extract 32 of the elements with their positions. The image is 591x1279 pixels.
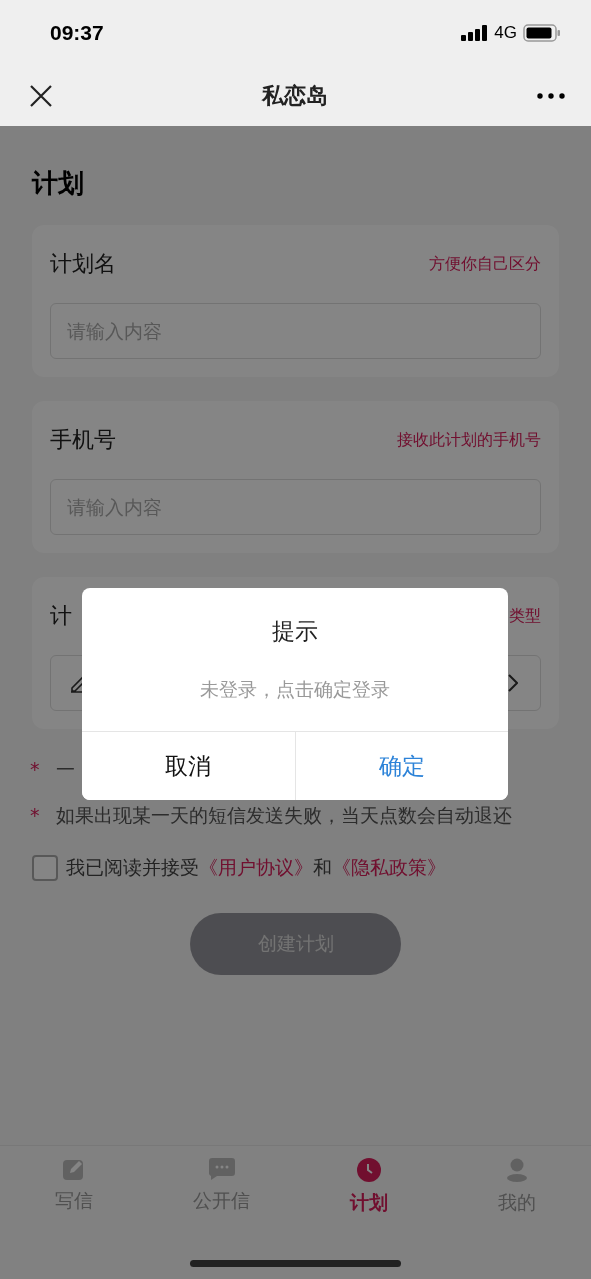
close-icon[interactable] (29, 83, 53, 108)
more-icon[interactable] (537, 92, 565, 99)
field-label: 手机号 (50, 426, 116, 454)
asterisk: * (30, 803, 41, 828)
dialog-title: 提示 (271, 617, 319, 646)
note-text: 一 (56, 757, 75, 782)
page-title: 私恋岛 (262, 81, 328, 110)
asterisk: * (30, 757, 41, 782)
chevron-right-icon (508, 674, 518, 692)
note-text: 如果出现某一天的短信发送失败，当天点数会自动退还 (56, 803, 512, 828)
field-hint: 类型 (509, 605, 541, 627)
checkbox[interactable] (32, 855, 58, 881)
edit-icon (62, 1158, 85, 1180)
conjunction-text: 和 (313, 855, 332, 880)
field-label: 计 (50, 602, 72, 630)
section-heading: 计划 (32, 167, 85, 200)
network-label: 4G (494, 22, 517, 43)
user-agreement-link[interactable]: 《用户协议》 (199, 855, 313, 881)
dialog-message: 未登录，点击确定登录 (199, 677, 391, 702)
chat-icon (208, 1158, 235, 1180)
signal-icon (461, 24, 489, 41)
confirm-button[interactable]: 确定 (294, 732, 508, 800)
agreement-text: 我已阅读并接受 (66, 855, 199, 880)
clock-icon (357, 1158, 382, 1182)
field-hint: 接收此计划的手机号 (397, 429, 541, 451)
field-label: 计划名 (50, 250, 116, 278)
clock-time: 09:37 (50, 20, 104, 45)
tab[interactable]: 计划 (295, 1146, 444, 1279)
field-hint: 方便你自己区分 (429, 253, 541, 275)
privacy-policy-link[interactable]: 《隐私政策》 (332, 855, 446, 881)
user-icon (506, 1158, 529, 1182)
battery-icon (523, 23, 561, 42)
